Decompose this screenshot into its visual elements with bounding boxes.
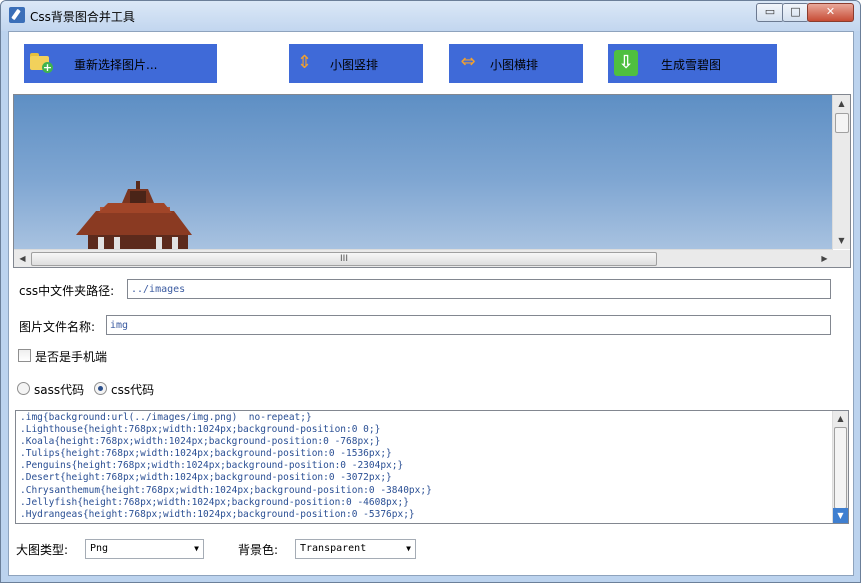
mobile-checkbox[interactable] xyxy=(18,349,31,362)
title-bar[interactable]: Css背景图合并工具 ▭ □ ✕ xyxy=(1,1,860,31)
mobile-checkbox-label: 是否是手机端 xyxy=(35,350,108,364)
code-line: .Jellyfish{height:768px;width:1024px;bac… xyxy=(20,496,409,508)
minimize-button[interactable]: ▭ xyxy=(756,3,784,22)
code-line: .img{background:url(../images/img.png) n… xyxy=(20,412,312,423)
image-preview[interactable]: ▲ ▼ ◀ III ▶ xyxy=(13,94,851,268)
generate-sprite-label: 生成雪碧图 xyxy=(661,58,722,72)
vertical-arrows-icon: ⇕ xyxy=(297,52,313,73)
code-line: .Desert{height:768px;width:1024px;backgr… xyxy=(20,472,392,484)
image-type-select[interactable]: Png ▼ xyxy=(85,539,204,559)
bg-color-label: 背景色: xyxy=(238,543,279,557)
code-line: .Tulips{height:768px;width:1024px;backgr… xyxy=(20,448,392,460)
code-line: .Koala{height:768px;width:1024px;backgro… xyxy=(20,436,381,448)
code-line: .Penguins{height:768px;width:1024px;back… xyxy=(20,460,404,472)
scroll-thumb-horizontal[interactable]: III xyxy=(31,252,657,266)
code-scroll-thumb[interactable] xyxy=(834,427,847,509)
image-type-label: 大图类型: xyxy=(16,543,69,557)
css-radio[interactable] xyxy=(94,382,107,395)
horizontal-layout-button[interactable]: ⇔ 小图横排 xyxy=(449,44,583,83)
horizontal-layout-label: 小图横排 xyxy=(490,58,539,72)
scroll-down-icon[interactable]: ▼ xyxy=(833,232,850,249)
scroll-up-icon[interactable]: ▲ xyxy=(833,95,850,112)
vertical-layout-label: 小图竖排 xyxy=(330,58,379,72)
horizontal-arrows-icon: ⇔ xyxy=(460,51,476,72)
window-title: Css背景图合并工具 xyxy=(30,10,135,24)
reselect-images-button[interactable]: + 重新选择图片... xyxy=(24,44,217,83)
vertical-layout-button[interactable]: ⇕ 小图竖排 xyxy=(289,44,423,83)
image-type-value: Png xyxy=(90,543,109,554)
scroll-corner xyxy=(833,250,850,267)
bg-color-select[interactable]: Transparent ▼ xyxy=(295,539,416,559)
generate-sprite-button[interactable]: ⇩ 生成雪碧图 xyxy=(608,44,777,83)
scroll-thumb[interactable] xyxy=(835,113,849,133)
chevron-down-icon: ▼ xyxy=(194,544,199,553)
css-path-input[interactable]: ../images xyxy=(127,279,831,299)
lighthouse-image xyxy=(76,181,192,249)
code-line: .Chrysanthemum{height:768px;width:1024px… xyxy=(20,484,432,496)
preview-vertical-scrollbar[interactable]: ▲ ▼ xyxy=(832,95,850,249)
app-icon xyxy=(9,7,25,23)
css-output-textarea[interactable]: .img{background:url(../images/img.png) n… xyxy=(15,410,849,524)
bg-color-value: Transparent xyxy=(300,543,367,554)
scroll-left-icon[interactable]: ◀ xyxy=(14,250,31,267)
maximize-button[interactable]: □ xyxy=(782,3,809,22)
image-name-label: 图片文件名称: xyxy=(19,320,96,334)
css-path-label: css中文件夹路径: xyxy=(19,284,115,298)
client-area: + 重新选择图片... ⇕ 小图竖排 ⇔ 小图横排 ⇩ 生成雪碧图 ▲ ▼ ◀ … xyxy=(8,31,854,576)
sass-radio-label: sass代码 xyxy=(34,383,85,397)
code-scroll-up-icon[interactable]: ▲ xyxy=(833,411,848,426)
sass-radio[interactable] xyxy=(17,382,30,395)
app-window: Css背景图合并工具 ▭ □ ✕ + 重新选择图片... ⇕ 小图竖排 ⇔ 小图… xyxy=(0,0,861,583)
preview-horizontal-scrollbar[interactable]: ◀ III ▶ xyxy=(14,249,833,267)
code-scroll-down-icon[interactable]: ▼ xyxy=(833,508,848,523)
css-output-text: .img{background:url(../images/img.png) n… xyxy=(20,412,432,521)
preview-image xyxy=(14,95,833,249)
css-radio-label: css代码 xyxy=(111,383,155,397)
close-button[interactable]: ✕ xyxy=(807,3,854,22)
code-vertical-scrollbar[interactable]: ▲ ▼ xyxy=(832,411,848,523)
code-line: .Lighthouse{height:768px;width:1024px;ba… xyxy=(20,424,381,436)
chevron-down-icon: ▼ xyxy=(406,544,411,553)
image-name-input[interactable]: img xyxy=(106,315,831,335)
download-arrow-icon: ⇩ xyxy=(614,50,638,76)
code-line: .Hydrangeas{height:768px;width:1024px;ba… xyxy=(20,508,415,520)
folder-add-icon: + xyxy=(30,52,53,73)
scroll-right-icon[interactable]: ▶ xyxy=(816,250,833,267)
reselect-images-label: 重新选择图片... xyxy=(74,58,158,72)
